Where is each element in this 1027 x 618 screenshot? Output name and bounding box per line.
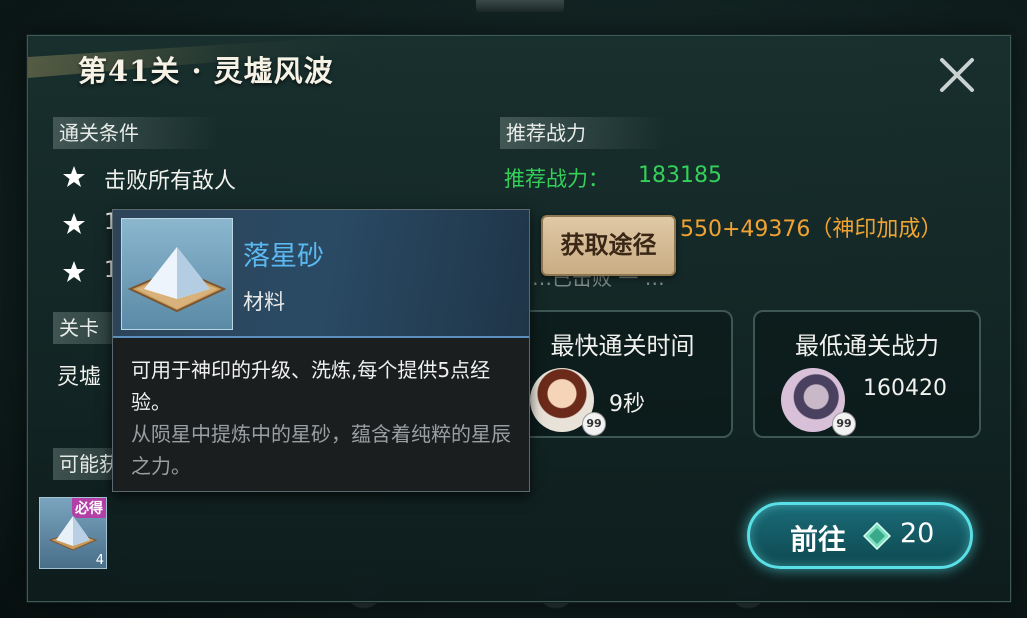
condition-text: 击败所有敌人	[104, 169, 237, 194]
item-flavor-text: 从陨星中提炼中的星砂，蕴含着纯粹的星辰之力。	[131, 422, 511, 478]
fastest-clear-value: 9秒	[609, 392, 645, 417]
star-sand-icon	[121, 218, 233, 330]
item-type: 材料	[243, 290, 285, 314]
stage-title: 第41关 · 灵墟风波	[78, 54, 334, 88]
reward-count: 4	[95, 553, 104, 568]
lowest-power-title: 最低通关战力	[795, 332, 939, 360]
stage-info-text: 灵墟	[57, 365, 102, 390]
tooltip-header: 落星砂 材料	[113, 210, 529, 338]
power-header: 推荐战力	[500, 117, 666, 149]
star-icon	[63, 213, 85, 234]
close-icon[interactable]	[936, 54, 978, 96]
go-button[interactable]: 前往 20	[747, 502, 973, 569]
lowest-power-value: 160420	[863, 376, 947, 401]
level-badge: 99	[582, 412, 606, 436]
fastest-clear-card: 最快通关时间 99 9秒	[512, 310, 733, 438]
guaranteed-badge: 必得	[72, 498, 106, 518]
conditions-header: 通关条件	[53, 117, 219, 149]
lowest-power-card: 最低通关战力 99 160420	[753, 310, 981, 438]
star-icon	[63, 261, 85, 282]
get-source-button[interactable]: 获取途径	[541, 215, 676, 276]
level-badge: 99	[832, 412, 856, 436]
my-power-value: 550+49376（神印加成）	[680, 217, 943, 242]
go-cost: 20	[900, 518, 935, 549]
item-description: 可用于神印的升级、洗炼,每个提供5点经验。	[131, 358, 491, 414]
item-name: 落星砂	[243, 241, 324, 272]
game-background: 第41关 · 灵墟风波 通关条件 击败所有敌人 1 1 关卡 灵墟 可能获 必得…	[0, 0, 1027, 618]
recommended-power-value: 183185	[638, 163, 722, 188]
item-tooltip: 落星砂 材料 可用于神印的升级、洗炼,每个提供5点经验。 从陨星中提炼中的星砂，…	[112, 209, 530, 492]
gem-icon	[863, 522, 891, 550]
fastest-clear-title: 最快通关时间	[550, 332, 695, 360]
top-tab-handle	[476, 0, 564, 12]
star-icon	[63, 166, 85, 187]
go-label: 前往	[790, 523, 847, 556]
recommended-power-label: 推荐战力：	[504, 167, 609, 191]
reward-item-star-sand[interactable]: 必得 4	[39, 497, 107, 569]
